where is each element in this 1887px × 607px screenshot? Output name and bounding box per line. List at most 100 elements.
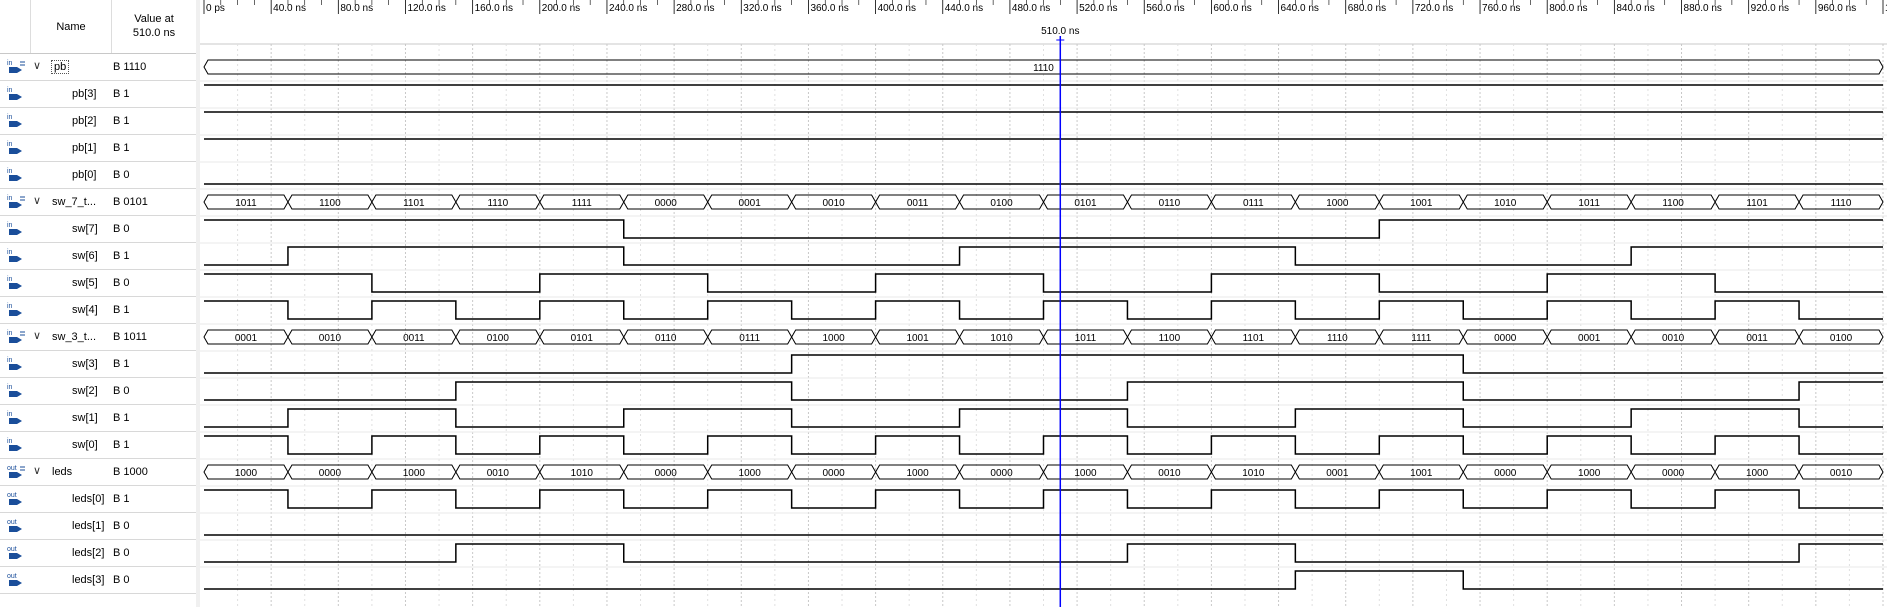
bus-value-label: 1111 [572,198,592,209]
signal-row[interactable]: in sw[6] B 1 [0,243,196,270]
bus-value-label: 0011 [1746,333,1768,344]
signal-value: B 1 [113,88,130,100]
bus-value-label: 1000 [1326,198,1349,209]
name-column-header[interactable]: Name [30,0,112,53]
bus-value-label: 1010 [1494,198,1517,209]
input-pin-icon: in [6,140,26,157]
signal-name: leds[0] [72,493,105,505]
bus-value-label: 0111 [739,333,760,344]
bus-value-label: 0010 [319,333,342,344]
signal-value: B 0 [113,574,130,586]
ruler-tick-label: 560.0 ns [1146,3,1184,14]
signal-value: B 0 [113,520,130,532]
signal-row[interactable]: in sw[3] B 1 [0,351,196,378]
bus-value-label: 0001 [739,198,762,209]
bus-value-label: 0010 [1830,468,1853,479]
bus-value-label: 1010 [990,333,1013,344]
input-pin-icon: in [6,383,26,400]
signal-value: B 0 [113,385,130,397]
ruler-tick-label: 480.0 ns [1012,3,1050,14]
svg-text:in: in [7,141,13,148]
signal-value: B 1 [113,439,130,451]
signal-row[interactable]: in sw[7] B 0 [0,216,196,243]
signal-row[interactable]: out leds[3] B 0 [0,567,196,594]
signal-value: B 1000 [113,466,148,478]
chevron-down-icon[interactable]: ∨ [33,194,41,207]
signal-row[interactable]: in pb[2] B 1 [0,108,196,135]
signal-row[interactable]: in ∨ sw_3_t... B 1011 [0,324,196,351]
ruler-tick-label: 520.0 ns [1079,3,1117,14]
chevron-down-icon[interactable]: ∨ [33,464,41,477]
ruler-tick-label: 960.0 ns [1818,3,1856,14]
input-pin-icon: in [6,356,26,373]
signal-value: B 1 [113,493,130,505]
bus-value-label: 1110 [1327,333,1348,344]
bus-value-label: 1110 [487,198,508,209]
signal-row[interactable]: in sw[1] B 1 [0,405,196,432]
ruler-tick-label: 600.0 ns [1213,3,1251,14]
input-pin-icon: in [6,302,26,319]
signal-name: sw[0] [72,439,98,451]
svg-text:in: in [7,438,13,445]
ruler-tick-label: 640.0 ns [1281,3,1319,14]
bus-value-label: 1000 [1746,468,1769,479]
signal-row[interactable]: in sw[5] B 0 [0,270,196,297]
signal-row[interactable]: in pb[1] B 1 [0,135,196,162]
svg-text:in: in [7,384,13,391]
signal-row[interactable]: in ∨ sw_7_t... B 0101 [0,189,196,216]
signal-row[interactable]: in pb[3] B 1 [0,81,196,108]
signal-name: pb[3] [72,88,97,100]
bus-value-label: 0010 [1158,468,1181,479]
signal-row[interactable]: in sw[0] B 1 [0,432,196,459]
bus-value-label: 1100 [1662,198,1684,209]
signal-row[interactable]: in ∨ pb B 1110 [0,54,196,81]
bus-value-label: 0001 [1578,333,1601,344]
bus-value-label: 0101 [1074,198,1097,209]
signal-name-panel: Name Value at 510.0 ns in ∨ pb B 1110 in pb[3… [0,0,197,607]
bus-value-label: 0010 [487,468,510,479]
bus-value-label: 0000 [990,468,1013,479]
bus-value-label: 0000 [1494,468,1517,479]
signal-value: B 1 [113,412,130,424]
bus-value-label: 1011 [1578,198,1600,209]
ruler-tick-label: 0 ps [206,3,225,14]
bus-value-label: 1001 [1410,468,1433,479]
input-pin-icon: in [6,410,26,427]
svg-text:out: out [7,546,17,553]
signal-row[interactable]: out leds[0] B 1 [0,486,196,513]
chevron-down-icon[interactable]: ∨ [33,329,41,342]
svg-text:out: out [7,465,17,472]
ruler-tick-label: 320.0 ns [743,3,781,14]
bus-value-label: 0000 [1494,333,1517,344]
signal-value: B 1 [113,304,130,316]
signal-value: B 1 [113,358,130,370]
signal-row[interactable]: in sw[4] B 1 [0,297,196,324]
bus-value-label: 1100 [1159,333,1181,344]
name-header-label: Name [56,20,86,33]
output-pin-icon: out [6,464,26,481]
ruler-tick-label: 920.0 ns [1751,3,1789,14]
output-pin-icon: out [6,545,26,562]
waveform-trace [204,300,1883,320]
signal-name: pb[1] [72,142,97,154]
signal-value: B 1 [113,115,130,127]
bus-value-label: 0100 [990,198,1013,209]
signal-name: pb[2] [72,115,97,127]
signal-row[interactable]: in pb[0] B 0 [0,162,196,189]
value-column-header[interactable]: Value at 510.0 ns [112,12,196,40]
signal-row[interactable]: out ∨ leds B 1000 [0,459,196,486]
svg-text:in: in [7,276,13,283]
chevron-down-icon[interactable]: ∨ [33,59,41,72]
signal-row[interactable]: in sw[2] B 0 [0,378,196,405]
signal-name: leds [52,466,73,478]
signal-row[interactable]: out leds[1] B 0 [0,513,196,540]
signal-name: pb[0] [72,169,97,181]
bus-value-label: 0001 [235,333,258,344]
ruler-tick-label: 160.0 ns [475,3,513,14]
signal-row[interactable]: out leds[2] B 0 [0,540,196,567]
bus-value-label: 1010 [1242,468,1265,479]
waveform-view[interactable]: 0 ps 40.0 ns 80.0 ns 120.0 ns 160.0 ns 200.0 … [200,0,1887,607]
bus-value-label: 0100 [1830,333,1853,344]
signal-value: B 1110 [113,61,147,73]
bus-value-label: 1000 [739,468,762,479]
